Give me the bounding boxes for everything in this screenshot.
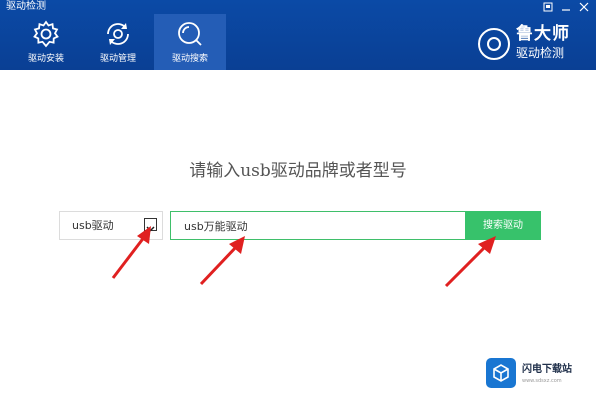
app-header: 驱动检测 驱动安装 驱动管理 驱动搜索 鲁大师 驱动检测	[0, 0, 596, 70]
pin-icon[interactable]	[542, 1, 554, 13]
close-icon[interactable]	[578, 1, 590, 13]
download-site-logo-icon	[486, 358, 516, 388]
tab-label: 驱动搜索	[171, 54, 208, 64]
annotation-arrow-button	[444, 236, 496, 288]
gear-icon	[33, 20, 59, 48]
main-tabs: 驱动安装 驱动管理 驱动搜索	[10, 14, 226, 70]
tab-label: 驱动安装	[27, 54, 64, 64]
watermark-name: 闪电下载站	[522, 364, 572, 375]
tab-label: 驱动管理	[99, 54, 136, 64]
annotation-arrow-input	[199, 236, 245, 286]
annotation-arrow-select	[111, 226, 151, 279]
tab-driver-search[interactable]: 驱动搜索	[154, 14, 226, 70]
search-prompt: 请输入usb驱动品牌或者型号	[189, 161, 407, 181]
brand-logo-area: 鲁大师 驱动检测	[478, 22, 582, 66]
tab-driver-manage[interactable]: 驱动管理	[82, 14, 154, 70]
window-controls	[542, 1, 590, 13]
watermark-url: www.sdsxz.com	[522, 378, 562, 384]
window-title: 驱动检测	[6, 1, 46, 12]
tab-driver-install[interactable]: 驱动安装	[10, 14, 82, 70]
minimize-icon[interactable]	[560, 1, 572, 13]
watermark: 闪电下载站 www.sdsxz.com	[486, 356, 590, 394]
refresh-icon	[107, 23, 129, 45]
search-icon	[178, 22, 202, 46]
brand-logo-icon	[478, 28, 510, 60]
brand-subtitle: 驱动检测	[516, 46, 565, 60]
brand-name: 鲁大师	[516, 24, 570, 44]
